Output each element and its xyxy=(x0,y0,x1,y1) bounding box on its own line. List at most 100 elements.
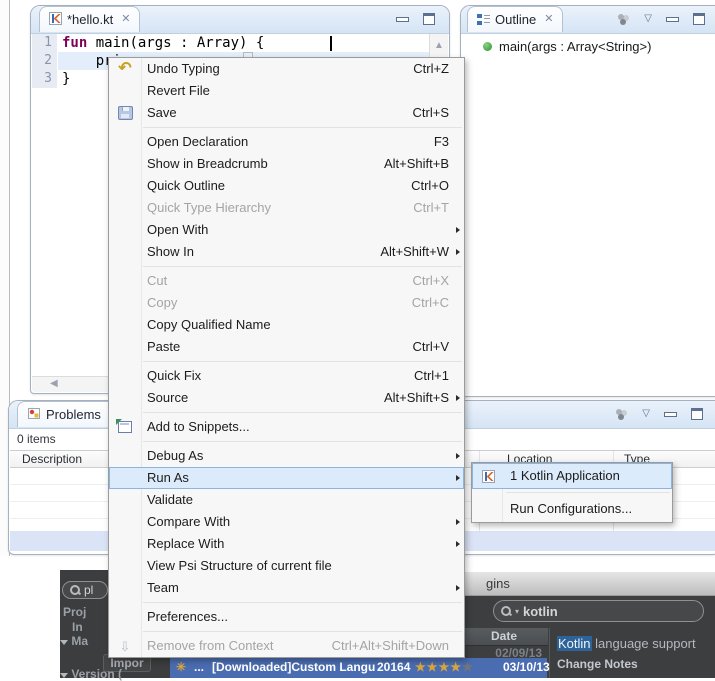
menu-item-validate[interactable]: Validate xyxy=(109,489,464,511)
problems-view-icon xyxy=(27,406,41,423)
view-menu-dots-icon[interactable] xyxy=(614,408,628,420)
menu-item-save[interactable]: SaveCtrl+S xyxy=(109,102,464,124)
menu-item-copy-qualified-name[interactable]: Copy Qualified Name xyxy=(109,314,464,336)
date-column-header[interactable]: Date xyxy=(460,628,548,646)
menu-item-shortcut: Ctrl+O xyxy=(411,175,464,197)
menu-separator xyxy=(109,358,464,365)
maximize-icon[interactable] xyxy=(423,13,435,25)
plugin-list-selected-row[interactable]: ✳ ... [Downloaded]Custom Langu 20164 ★★★… xyxy=(170,658,547,678)
line-number: 1 xyxy=(32,34,57,52)
view-menu-chevron-icon[interactable]: ▽ xyxy=(642,409,650,419)
menu-item-copy: CopyCtrl+C xyxy=(109,292,464,314)
snippets-icon xyxy=(118,421,132,433)
problems-tab-label: Problems xyxy=(46,407,101,422)
submenu-arrow-icon xyxy=(456,541,460,547)
menu-item-paste[interactable]: PasteCtrl+V xyxy=(109,336,464,358)
submenu-arrow-icon xyxy=(456,227,460,233)
close-icon[interactable]: ✕ xyxy=(544,14,553,25)
menu-item-label: Revert File xyxy=(141,80,210,102)
minimize-icon[interactable] xyxy=(664,412,677,417)
background-text-fragment: In xyxy=(72,620,83,634)
menu-item-shortcut: Ctrl+T xyxy=(413,197,464,219)
menu-item-label: Quick Fix xyxy=(141,365,201,387)
submenu-arrow-icon xyxy=(456,585,460,591)
menu-item-label: Run As xyxy=(141,467,189,489)
background-text-fragment: Proj xyxy=(63,605,86,619)
menu-item-source[interactable]: SourceAlt+Shift+S xyxy=(109,387,464,409)
menu-item-shortcut: Ctrl+Alt+Shift+Down xyxy=(332,635,464,657)
menu-item-label: Copy xyxy=(141,292,177,314)
menu-item-quick-outline[interactable]: Quick OutlineCtrl+O xyxy=(109,175,464,197)
view-menu-dots-icon[interactable] xyxy=(616,13,630,25)
menu-item-1-kotlin-application[interactable]: 1 Kotlin Application xyxy=(472,463,672,489)
plugin-search-input[interactable]: pl xyxy=(62,581,108,599)
dialog-title-fragment: gins xyxy=(486,576,510,591)
menu-item-show-in-breadcrumb[interactable]: Show in Breadcrumb Alt+Shift+B xyxy=(109,153,464,175)
outline-view-icon xyxy=(477,13,490,26)
editor-tab-hello-kt[interactable]: *hello.kt ✕ xyxy=(39,6,140,32)
plugin-date: 03/10/13 xyxy=(503,660,550,674)
line-number: 3 xyxy=(32,70,57,88)
search-icon xyxy=(70,585,80,595)
minimize-icon[interactable] xyxy=(396,17,409,22)
menu-item-quick-fix[interactable]: Quick FixCtrl+1 xyxy=(109,365,464,387)
menu-item-debug-as[interactable]: Debug As xyxy=(109,445,464,467)
menu-item-remove-from-context: ⇩Remove from ContextCtrl+Alt+Shift+Down xyxy=(109,635,464,657)
remove-from-context-icon: ⇩ xyxy=(120,640,131,653)
menu-item-run-as[interactable]: Run As xyxy=(109,467,464,489)
plugin-detail-title: Kotlin language support xyxy=(557,636,696,651)
menu-item-label: Preferences... xyxy=(141,606,228,628)
code-line-1[interactable]: 1fun main(args : Array) { xyxy=(32,34,429,52)
outline-entry-main[interactable]: main(args : Array<String>) xyxy=(483,39,651,54)
plugin-downloads: 20164 xyxy=(377,660,410,674)
star-icon: ★ xyxy=(439,660,451,674)
view-menu-chevron-icon[interactable]: ▽ xyxy=(644,14,652,24)
plugins-search-input[interactable]: ▾ kotlin xyxy=(493,600,704,622)
maximize-icon[interactable] xyxy=(691,408,703,420)
column-description[interactable]: Description xyxy=(22,452,82,466)
plugin-icon: ✳ xyxy=(176,660,186,674)
problems-items-count: 0 items xyxy=(17,432,56,446)
menu-item-open-with[interactable]: Open With xyxy=(109,219,464,241)
search-options-arrow-icon[interactable]: ▾ xyxy=(515,607,519,616)
menu-item-label: Quick Type Hierarchy xyxy=(141,197,271,219)
menu-item-open-declaration[interactable]: Open DeclarationF3 xyxy=(109,131,464,153)
scroll-up-icon[interactable]: ▲ xyxy=(430,34,448,51)
outline-tab[interactable]: Outline ✕ xyxy=(467,6,563,32)
menu-item-team[interactable]: Team xyxy=(109,577,464,599)
menu-item-label: Run Configurations... xyxy=(504,496,632,522)
expander-icon[interactable] xyxy=(60,640,68,645)
background-tree-item: Version ( xyxy=(60,667,122,681)
menu-item-show-in[interactable]: Show InAlt+Shift+W xyxy=(109,241,464,263)
menu-item-label: Add to Snippets... xyxy=(141,416,250,438)
menu-item-label: View Psi Structure of current file xyxy=(141,555,332,577)
menu-item-compare-with[interactable]: Compare With xyxy=(109,511,464,533)
plugin-rating-stars: ★★★★★ xyxy=(415,660,474,674)
menu-item-undo-typing[interactable]: ↶Undo TypingCtrl+Z xyxy=(109,58,464,80)
search-icon xyxy=(501,606,511,616)
star-icon: ★ xyxy=(415,660,427,674)
scroll-left-icon[interactable]: ◀ xyxy=(50,378,58,389)
menu-separator xyxy=(109,438,464,445)
menu-item-shortcut: Alt+Shift+B xyxy=(384,153,464,175)
menu-item-label: Undo Typing xyxy=(141,58,220,80)
menu-item-label: Open Declaration xyxy=(141,131,248,153)
menu-item-label: Show in Breadcrumb xyxy=(141,153,268,175)
maximize-icon[interactable] xyxy=(693,13,705,25)
menu-item-run-configurations[interactable]: Run Configurations... xyxy=(472,496,672,522)
menu-item-replace-with[interactable]: Replace With xyxy=(109,533,464,555)
menu-item-label: Cut xyxy=(141,270,167,292)
minimize-icon[interactable] xyxy=(666,17,679,22)
menu-item-view-psi-structure-of-current-file[interactable]: View Psi Structure of current file xyxy=(109,555,464,577)
menu-item-shortcut: Ctrl+Z xyxy=(413,58,464,80)
menu-item-revert-file[interactable]: Revert File xyxy=(109,80,464,102)
menu-item-cut: CutCtrl+X xyxy=(109,270,464,292)
expander-icon[interactable] xyxy=(60,673,68,678)
menu-item-shortcut: Ctrl+S xyxy=(413,102,464,124)
menu-item-add-to-snippets[interactable]: Add to Snippets... xyxy=(109,416,464,438)
outline-entry-label: main(args : Array<String>) xyxy=(499,39,651,54)
close-icon[interactable]: ✕ xyxy=(121,14,130,25)
menu-item-preferences[interactable]: Preferences... xyxy=(109,606,464,628)
menu-separator xyxy=(109,409,464,416)
change-notes-heading: Change Notes xyxy=(557,657,638,671)
